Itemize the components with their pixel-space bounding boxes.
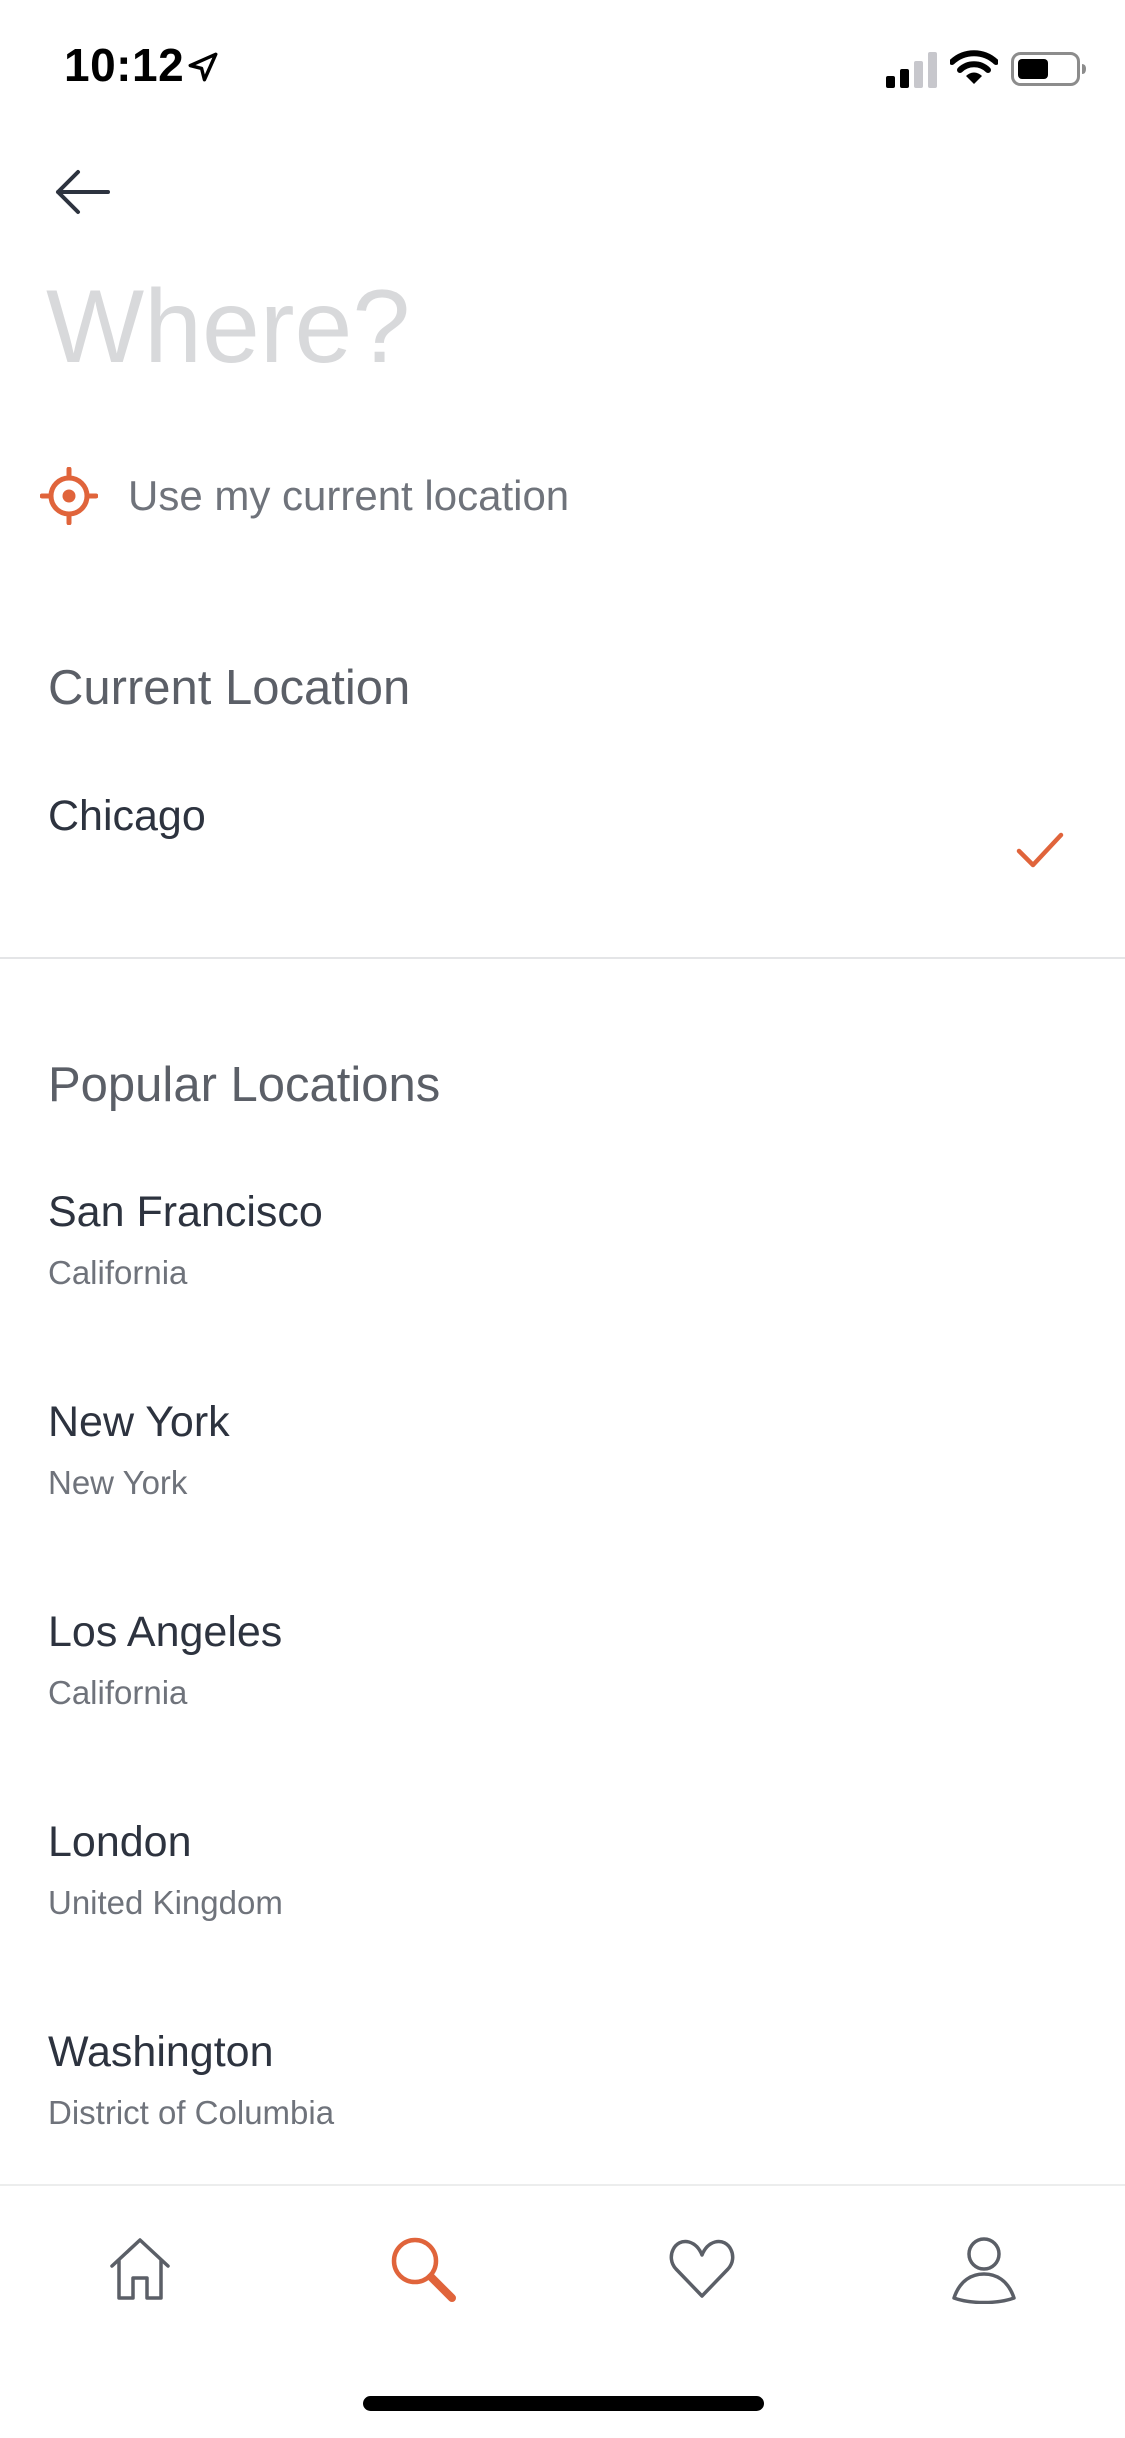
home-indicator	[363, 2396, 764, 2411]
heart-icon[interactable]	[666, 2232, 738, 2304]
crosshair-icon	[40, 467, 98, 525]
city-region: California	[48, 1674, 188, 1711]
status-bar: 10:12	[0, 0, 1125, 132]
back-arrow-icon[interactable]	[52, 164, 112, 220]
status-time: 10:12	[64, 39, 185, 91]
city-region: United Kingdom	[48, 1884, 283, 1921]
current-location-item[interactable]: Chicago	[0, 792, 1125, 932]
popular-location-item[interactable]: Los Angeles California	[0, 1608, 1125, 1738]
popular-locations-heading: Popular Locations	[48, 1058, 441, 1112]
city-name: New York	[48, 1398, 230, 1446]
search-icon[interactable]	[386, 2232, 458, 2304]
use-current-location-button[interactable]: Use my current location	[40, 460, 1040, 532]
city-name: Washington	[48, 2028, 274, 2076]
city-name: San Francisco	[48, 1188, 323, 1236]
city-region: California	[48, 1254, 188, 1291]
city-region: District of Columbia	[48, 2094, 335, 2131]
section-divider	[0, 957, 1125, 959]
battery-icon	[1011, 52, 1086, 86]
popular-location-item[interactable]: London United Kingdom	[0, 1818, 1125, 1948]
where-search-input[interactable]	[46, 262, 1046, 392]
city-name: London	[48, 1818, 192, 1866]
current-location-city: Chicago	[48, 792, 206, 840]
location-arrow-icon	[188, 52, 218, 82]
checkmark-icon	[1016, 832, 1064, 868]
popular-location-item[interactable]: New York New York	[0, 1398, 1125, 1528]
profile-icon[interactable]	[948, 2232, 1020, 2304]
city-name: Los Angeles	[48, 1608, 283, 1656]
city-region: New York	[48, 1464, 188, 1501]
home-icon[interactable]	[104, 2232, 176, 2304]
wifi-icon	[950, 50, 998, 84]
current-location-heading: Current Location	[48, 661, 411, 715]
popular-location-item[interactable]: San Francisco California	[0, 1188, 1125, 1318]
cellular-signal-icon	[886, 52, 937, 88]
use-current-location-label: Use my current location	[128, 472, 570, 519]
popular-location-item[interactable]: Washington District of Columbia	[0, 2028, 1125, 2158]
